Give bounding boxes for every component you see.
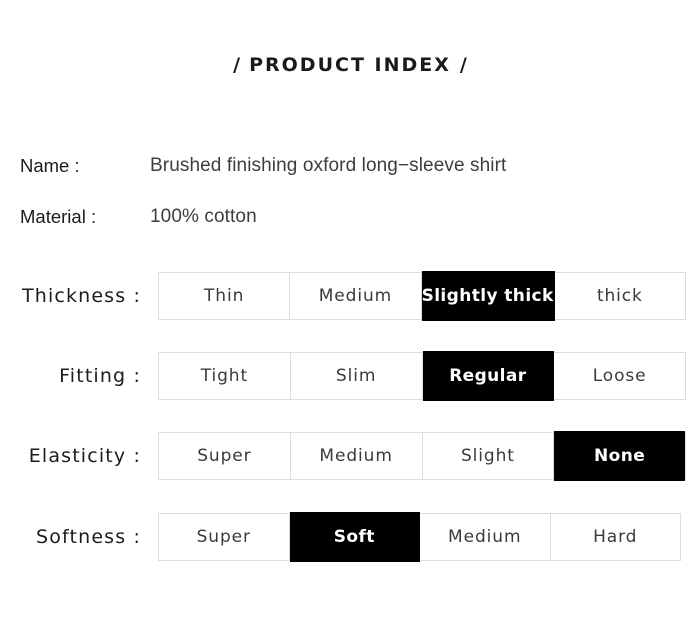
info-label-material: Material : <box>20 206 97 227</box>
option-cell-fitting-0[interactable]: Tight <box>159 353 291 399</box>
option-cell-fitting-1[interactable]: Slim <box>291 353 423 399</box>
title-slash-right-icon: / <box>459 54 467 76</box>
option-table-elasticity: Super Medium Slight None <box>158 431 686 481</box>
title-label: PRODUCT INDEX <box>249 54 451 76</box>
option-cell-thickness-3[interactable]: thick <box>555 273 685 319</box>
info-value-name: Brushed finishing oxford long−sleeve shi… <box>150 155 507 176</box>
option-cell-thickness-2[interactable]: Slightly thick <box>421 271 555 321</box>
option-label-thickness: Thickness : <box>22 285 141 307</box>
option-cell-softness-1[interactable]: Soft <box>289 512 420 562</box>
option-cell-thickness-0[interactable]: Thin <box>159 273 291 319</box>
page-title: / PRODUCT INDEX / <box>0 54 700 76</box>
option-cell-elasticity-0[interactable]: Super <box>159 433 291 479</box>
info-label-name: Name : <box>20 155 80 176</box>
option-cell-thickness-1[interactable]: Medium <box>290 273 422 319</box>
option-table-thickness: Thin Medium Slightly thick thick <box>158 271 686 321</box>
info-value-material: 100% cotton <box>150 206 257 227</box>
option-cell-elasticity-3[interactable]: None <box>554 431 685 481</box>
option-table-softness: Super Soft Medium Hard <box>158 512 681 562</box>
option-label-softness: Softness : <box>36 526 141 548</box>
option-cell-fitting-3[interactable]: Loose <box>554 353 685 399</box>
info-row-name: Name : Brushed finishing oxford long−sle… <box>20 153 680 179</box>
option-label-elasticity: Elasticity : <box>28 445 141 467</box>
title-slash-left-icon: / <box>233 54 241 76</box>
info-row-material: Material : 100% cotton <box>20 204 680 230</box>
option-table-fitting: Tight Slim Regular Loose <box>158 351 686 401</box>
option-cell-elasticity-1[interactable]: Medium <box>291 433 423 479</box>
page-title-text: / PRODUCT INDEX / <box>224 54 476 76</box>
option-cell-fitting-2[interactable]: Regular <box>422 351 555 401</box>
option-cell-softness-0[interactable]: Super <box>159 514 290 560</box>
option-cell-elasticity-2[interactable]: Slight <box>423 433 555 479</box>
option-label-fitting: Fitting : <box>59 365 141 387</box>
option-cell-softness-2[interactable]: Medium <box>420 514 551 560</box>
option-cell-softness-3[interactable]: Hard <box>551 514 681 560</box>
